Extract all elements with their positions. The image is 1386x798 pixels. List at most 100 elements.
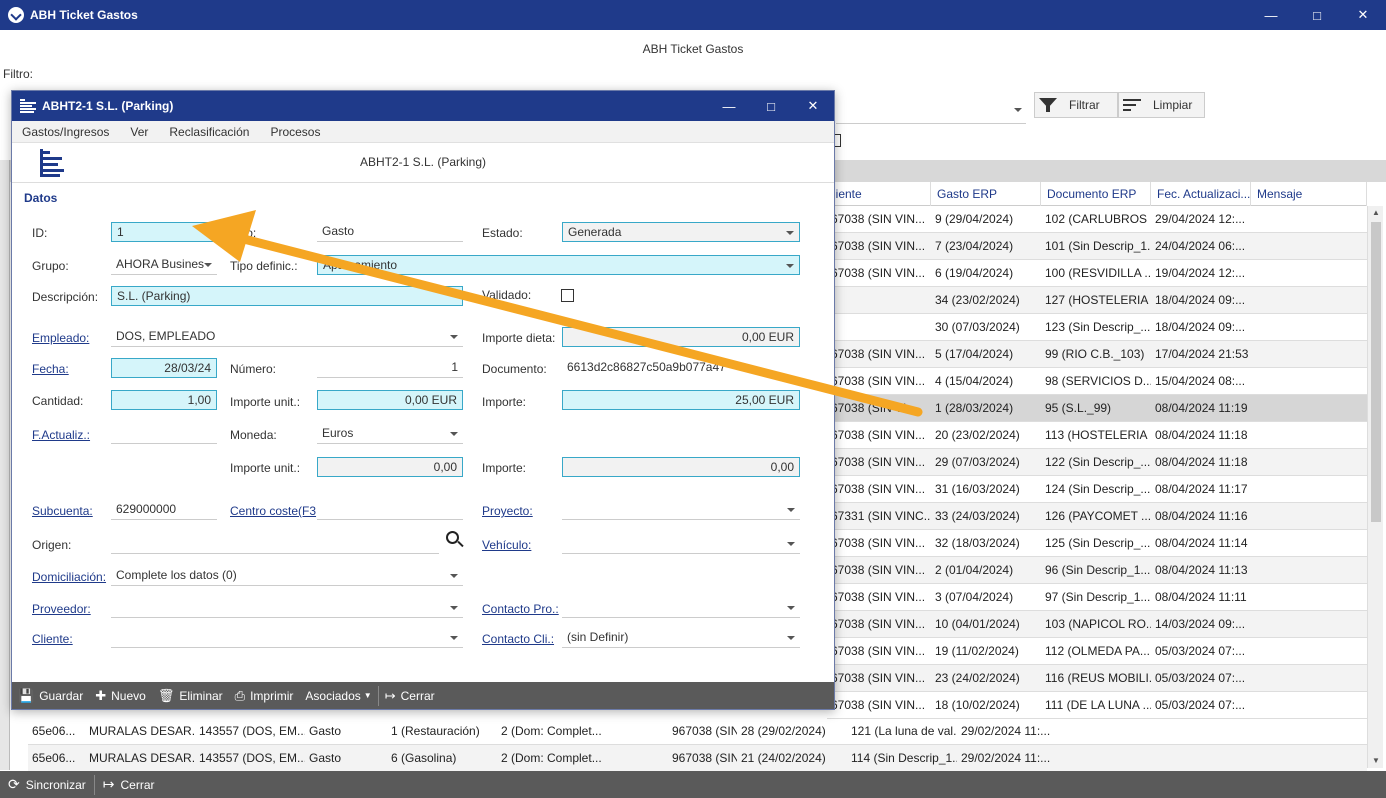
close-main-button[interactable]: ↦ Cerrar	[95, 771, 163, 798]
search-icon[interactable]	[443, 529, 467, 553]
centro-coste-field[interactable]	[317, 500, 463, 520]
importe-2-field[interactable]: 0,00	[562, 457, 800, 477]
fecha-field[interactable]: 28/03/24	[111, 358, 217, 378]
empleado-select[interactable]: DOS, EMPLEADO	[111, 327, 463, 347]
minimize-button[interactable]: —	[1248, 0, 1294, 30]
validado-checkbox[interactable]	[561, 289, 574, 302]
chevron-down-icon	[787, 508, 795, 512]
close-dialog-button[interactable]: ↦ Cerrar	[379, 682, 441, 709]
filter-button[interactable]: Filtrar	[1034, 92, 1118, 118]
col-gasto-erp[interactable]: Gasto ERP	[931, 182, 1041, 206]
table-row[interactable]: 30 (07/03/2024) 123 (Sin Descrip_... 18/04…	[827, 314, 1367, 341]
menu-gastos-ingresos[interactable]: Gastos/Ingresos	[22, 125, 109, 139]
tipo-field[interactable]: Gasto	[317, 222, 463, 242]
menu-reclasificacion[interactable]: Reclasificación	[169, 125, 249, 139]
table-row[interactable]: 67038 (SIN VIN... 4 (15/04/2024) 98 (SERVI…	[827, 368, 1367, 395]
importe-unit-field[interactable]: 0,00 EUR	[317, 390, 463, 410]
table-row[interactable]: 65e06... MURALAS DESAR... 143557 (DOS, EM.…	[28, 745, 1367, 772]
label-empleado[interactable]: Empleado:	[32, 331, 89, 345]
table-row[interactable]: 67038 (SIN VIN... 18 (10/02/2024) 111 (DE …	[827, 692, 1367, 719]
table-row[interactable]: 67331 (SIN VINC... 33 (24/03/2024) 126 (PA…	[827, 503, 1367, 530]
cantidad-field[interactable]: 1,00	[111, 390, 217, 410]
table-row[interactable]: 67038 (SIN VIN... 2 (01/04/2024) 96 (Sin D…	[827, 557, 1367, 584]
label-domiciliacion[interactable]: Domiciliación:	[32, 570, 106, 584]
proveedor-select[interactable]	[111, 598, 463, 618]
table-cell: 100 (RESVIDILLA ...	[1045, 266, 1151, 280]
numero-field[interactable]: 1	[317, 358, 463, 378]
label-contacto-pro[interactable]: Contacto Pro.:	[482, 602, 559, 616]
clear-filter-button[interactable]: Limpiar	[1118, 92, 1205, 118]
label-fecha[interactable]: Fecha:	[32, 362, 69, 376]
estado-select[interactable]: Generada	[562, 222, 800, 242]
table-row[interactable]: 67038 (SIN VIN... 32 (18/03/2024) 125 (Sin…	[827, 530, 1367, 557]
descripcion-field[interactable]: S.L. (Parking)	[111, 286, 463, 306]
scroll-up-icon[interactable]: ▲	[1368, 206, 1384, 220]
table-row[interactable]: 67038 (SIN VIN... 10 (04/01/2024) 103 (NAP…	[827, 611, 1367, 638]
table-row[interactable]: 67038 (SIN VIN... 7 (23/04/2024) 101 (Sin …	[827, 233, 1367, 260]
contacto-cli-select[interactable]: (sin Definir)	[562, 628, 800, 648]
close-window-button[interactable]: ✕	[1340, 0, 1386, 30]
grupo-select[interactable]: AHORA Busines	[111, 255, 217, 275]
dialog-minimize-button[interactable]: —	[708, 91, 750, 121]
label-vehiculo[interactable]: Vehículo:	[482, 538, 531, 552]
new-button[interactable]: ✚ Nuevo	[89, 682, 152, 709]
table-row[interactable]: 67038 (SIN VIN... 31 (16/03/2024) 124 (Sin…	[827, 476, 1367, 503]
table-row[interactable]: 67038 (SIN VIN... 19 (11/02/2024) 112 (OLM…	[827, 638, 1367, 665]
cliente-select[interactable]	[111, 628, 463, 648]
label-centro-coste[interactable]: Centro coste(F3	[230, 504, 316, 518]
vertical-scrollbar[interactable]: ▲ ▼	[1367, 206, 1383, 768]
maximize-button[interactable]: □	[1294, 0, 1340, 30]
scroll-thumb[interactable]	[1371, 222, 1381, 522]
table-row[interactable]: 67038 (SIN VIN... 29 (07/03/2024) 122 (Sin…	[827, 449, 1367, 476]
label-cliente[interactable]: Cliente:	[32, 632, 73, 646]
table-cell: 99 (RIO C.B._103)	[1045, 347, 1145, 361]
label-f-actualiz[interactable]: F.Actualiz.:	[32, 428, 90, 442]
sync-button[interactable]: ⟳ Sincronizar	[0, 771, 94, 798]
label-subcuenta[interactable]: Subcuenta:	[32, 504, 93, 518]
table-row[interactable]: 67038 (SIN VI... 1 (28/03/2024) 95 (S.L._9…	[827, 395, 1367, 422]
id-field[interactable]: 1	[111, 222, 217, 242]
table-cell: 143557 (DOS, EM...	[199, 724, 305, 738]
print-button[interactable]: ⎙ Imprimir	[229, 682, 300, 709]
chevron-down-icon	[204, 263, 212, 267]
table-cell	[827, 287, 931, 314]
vehiculo-select[interactable]	[562, 534, 800, 554]
label-proveedor[interactable]: Proveedor:	[32, 602, 91, 616]
origen-field[interactable]	[111, 534, 439, 554]
table-row[interactable]: 67038 (SIN VIN... 20 (23/02/2024) 113 (HOS…	[827, 422, 1367, 449]
filter-combo[interactable]	[836, 96, 1026, 124]
f-actualiz-field[interactable]	[111, 424, 217, 444]
importe-dieta-field[interactable]: 0,00 EUR	[562, 327, 800, 347]
proyecto-select[interactable]	[562, 500, 800, 520]
domiciliacion-select[interactable]: Complete los datos (0)	[111, 566, 463, 586]
asociados-menu-button[interactable]: Asociados ▼	[299, 682, 377, 709]
moneda-select[interactable]: Euros	[317, 424, 463, 444]
col-mensaje[interactable]: Mensaje	[1251, 182, 1367, 206]
importe-field[interactable]: 25,00 EUR	[562, 390, 800, 410]
subcuenta-field[interactable]: 629000000	[111, 500, 217, 520]
delete-button[interactable]: 🗑 Eliminar	[152, 682, 229, 709]
dialog-maximize-button[interactable]: □	[750, 91, 792, 121]
label-proyecto[interactable]: Proyecto:	[482, 504, 533, 518]
table-cell: 28 (29/02/2024)	[741, 724, 826, 738]
table-row[interactable]: 34 (23/02/2024) 127 (HOSTELERIA ... 18/04/…	[827, 287, 1367, 314]
menu-ver[interactable]: Ver	[130, 125, 148, 139]
importe-unit-2-field[interactable]: 0,00	[317, 457, 463, 477]
tipo-definic-select[interactable]: Aparcamiento	[317, 255, 800, 275]
col-fec-actualizacion[interactable]: Fec. Actualizaci...	[1151, 182, 1251, 206]
save-button[interactable]: 💾 Guardar	[12, 682, 89, 709]
table-row[interactable]: 67038 (SIN VIN... 5 (17/04/2024) 99 (RIO C…	[827, 341, 1367, 368]
label-contacto-cli[interactable]: Contacto Cli.:	[482, 632, 554, 646]
col-documento-erp[interactable]: Documento ERP	[1041, 182, 1151, 206]
table-row[interactable]: 67038 (SIN VIN... 3 (07/04/2024) 97 (Sin D…	[827, 584, 1367, 611]
scroll-down-icon[interactable]: ▼	[1368, 754, 1384, 768]
table-row[interactable]: 67038 (SIN VIN... 23 (24/02/2024) 116 (REU…	[827, 665, 1367, 692]
col-cliente[interactable]: liente	[827, 182, 931, 206]
documento-field[interactable]: 6613d2c86827c50a9b077a47	[562, 358, 800, 378]
contacto-pro-select[interactable]	[562, 598, 800, 618]
table-row[interactable]: 67038 (SIN VIN... 9 (29/04/2024) 102 (CARL…	[827, 206, 1367, 233]
dialog-close-button[interactable]: ✕	[792, 91, 834, 121]
table-row[interactable]: 65e06... MURALAS DESAR... 143557 (DOS, EM.…	[28, 718, 1367, 745]
menu-procesos[interactable]: Procesos	[270, 125, 320, 139]
table-row[interactable]: 67038 (SIN VIN... 6 (19/04/2024) 100 (RESV…	[827, 260, 1367, 287]
